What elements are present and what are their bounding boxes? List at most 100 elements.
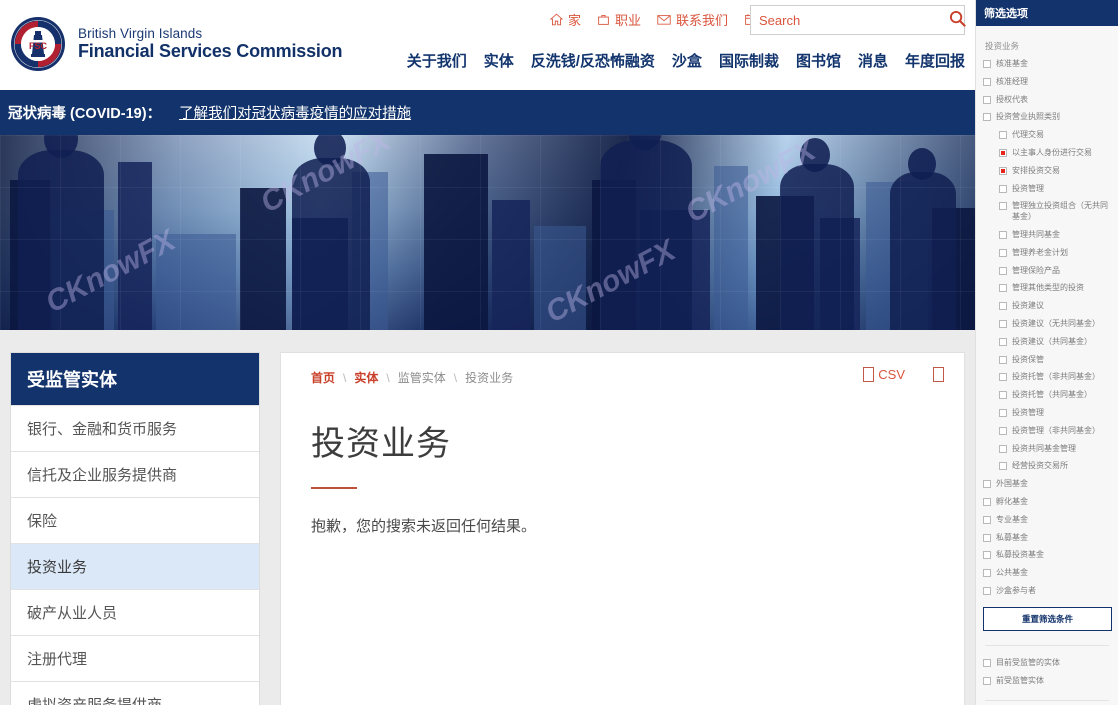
utility-nav-item-careers[interactable]: 职业 [597,10,641,29]
utility-nav-item-contact[interactable]: 联系我们 [657,10,728,29]
checkbox-icon[interactable] [983,77,991,86]
main-nav-item-entities[interactable]: 实体 [484,50,514,71]
checkbox-icon[interactable] [999,184,1007,193]
reset-filters-button[interactable]: 重置筛选条件 [983,606,1112,631]
checkbox-icon[interactable] [999,337,1007,346]
filter-option-10[interactable]: 管理养老金计划 [999,248,1111,259]
search-submit-button[interactable] [943,6,972,34]
filter-option-14[interactable]: 投资建议（无共同基金） [999,319,1111,330]
checkbox-icon[interactable] [999,319,1007,328]
filter-option-label: 授权代表 [996,94,1028,104]
sidebar-item-insolvency[interactable]: 破产从业人员 [11,589,259,635]
main-nav: 关于我们 实体 反洗钱/反恐怖融资 沙盒 国际制裁 图书馆 消息 年度回报 [407,50,965,71]
filter-option-28[interactable]: 公共基金 [983,568,1111,579]
sidebar-item-banking[interactable]: 银行、金融和货币服务 [11,405,259,451]
filter-option-25[interactable]: 专业基金 [983,515,1111,526]
filter-option-20[interactable]: 投资管理（非共同基金） [999,426,1111,437]
filter-option-23[interactable]: 外国基金 [983,479,1111,490]
filter-option-label: 投资营业执照类别 [996,112,1060,122]
filter-option-27[interactable]: 私募投资基金 [983,550,1111,561]
checkbox-icon[interactable] [999,266,1007,275]
filter-option-19[interactable]: 投资管理 [999,408,1111,419]
filter-option-16[interactable]: 投资保管 [999,355,1111,366]
filter-status-option-label: 前受监管实体 [996,675,1044,685]
filter-option-11[interactable]: 管理保险产品 [999,266,1111,277]
checkbox-icon[interactable] [983,676,991,685]
sidebar-item-vasp[interactable]: 虚拟资产服务提供商 [11,681,259,705]
covid-banner-link[interactable]: 了解我们对冠状病毒疫情的应对措施 [179,102,411,123]
checkbox-icon[interactable] [999,355,1007,364]
utility-nav-item-home[interactable]: 家 [549,10,581,29]
sidebar-item-trust-company[interactable]: 信托及企业服务提供商 [11,451,259,497]
filter-status-option-0[interactable]: 目前受监管的实体 [983,658,1111,669]
checkbox-icon[interactable] [983,533,991,542]
main-nav-item-library[interactable]: 图书馆 [796,50,841,71]
filter-option-24[interactable]: 孵化基金 [983,497,1111,508]
filter-option-5[interactable]: 以主事人身份进行交易 [999,148,1111,159]
checkbox-icon[interactable] [983,551,991,560]
checkbox-icon[interactable] [999,131,1007,140]
sidebar-item-registered-agents[interactable]: 注册代理 [11,635,259,681]
checkbox-icon[interactable] [999,230,1007,239]
brand-logo[interactable]: FSC British Virgin Islands Financial Ser… [10,16,343,72]
filter-option-26[interactable]: 私募基金 [983,533,1111,544]
filter-option-2[interactable]: 授权代表 [983,95,1111,106]
filter-option-6[interactable]: 安排投资交易 [999,166,1111,177]
breadcrumb-item-entities[interactable]: 实体 [354,369,378,386]
filter-option-13[interactable]: 投资建议 [999,301,1111,312]
checkbox-icon[interactable] [999,202,1007,211]
checkbox-icon[interactable] [983,497,991,506]
search-input[interactable] [751,7,943,33]
page-title: 投资业务 [311,425,451,463]
filter-option-0[interactable]: 核准基金 [983,59,1111,70]
breadcrumb-item-home[interactable]: 首页 [311,369,335,386]
filter-option-29[interactable]: 沙盒参与者 [983,586,1111,597]
filter-status-option-1[interactable]: 前受监管实体 [983,676,1111,687]
checkbox-icon[interactable] [999,444,1007,453]
checkbox-icon[interactable] [983,60,991,68]
checkbox-icon[interactable] [983,113,991,122]
print-button[interactable] [933,367,944,382]
filter-option-3[interactable]: 投资营业执照类别 [983,112,1111,123]
site-search[interactable] [750,5,966,35]
checkbox-icon[interactable] [983,95,991,104]
filter-option-22[interactable]: 经营投资交易所 [999,461,1111,472]
checkbox-icon[interactable] [999,426,1007,435]
filter-option-18[interactable]: 投资托管（共同基金） [999,390,1111,401]
breadcrumb-item-investment-business[interactable]: 投资业务 [465,369,513,386]
main-nav-item-sanctions[interactable]: 国际制裁 [719,50,779,71]
checkbox-icon[interactable] [999,391,1007,400]
filter-option-21[interactable]: 投资共同基金管理 [999,444,1111,455]
checkbox-icon[interactable] [983,480,991,489]
checkbox-checked-icon[interactable] [999,148,1007,157]
filter-option-4[interactable]: 代理交易 [999,130,1111,141]
csv-export-button[interactable]: CSV [863,367,905,382]
filter-option-label: 投资管理 [1012,183,1044,193]
checkbox-icon[interactable] [983,569,991,578]
sidebar-item-investment-business[interactable]: 投资业务 [11,543,259,589]
filter-option-12[interactable]: 管理其他类型的投资 [999,283,1111,294]
filter-option-8[interactable]: 管理独立投资组合（无共同基金） [999,201,1111,223]
checkbox-icon[interactable] [983,658,991,667]
main-nav-item-aml-cft[interactable]: 反洗钱/反恐怖融资 [531,50,655,71]
checkbox-icon[interactable] [999,373,1007,382]
sidebar-item-insurance[interactable]: 保险 [11,497,259,543]
checkbox-checked-icon[interactable] [999,166,1007,175]
checkbox-icon[interactable] [983,586,991,595]
main-nav-item-about[interactable]: 关于我们 [407,50,467,71]
filter-option-1[interactable]: 核准经理 [983,77,1111,88]
main-nav-item-sandbox[interactable]: 沙盒 [672,50,702,71]
checkbox-icon[interactable] [999,408,1007,417]
checkbox-icon[interactable] [999,284,1007,293]
filter-option-7[interactable]: 投资管理 [999,184,1111,195]
checkbox-icon[interactable] [999,302,1007,311]
main-nav-item-annual-returns[interactable]: 年度回报 [905,50,965,71]
checkbox-icon[interactable] [999,462,1007,471]
filter-option-9[interactable]: 管理共同基金 [999,230,1111,241]
filter-option-15[interactable]: 投资建议（共同基金） [999,337,1111,348]
main-nav-item-news[interactable]: 消息 [858,50,888,71]
filter-option-17[interactable]: 投资托管（非共同基金） [999,372,1111,383]
checkbox-icon[interactable] [999,248,1007,257]
breadcrumb-item-regulated-entities[interactable]: 监管实体 [398,369,446,386]
checkbox-icon[interactable] [983,515,991,524]
